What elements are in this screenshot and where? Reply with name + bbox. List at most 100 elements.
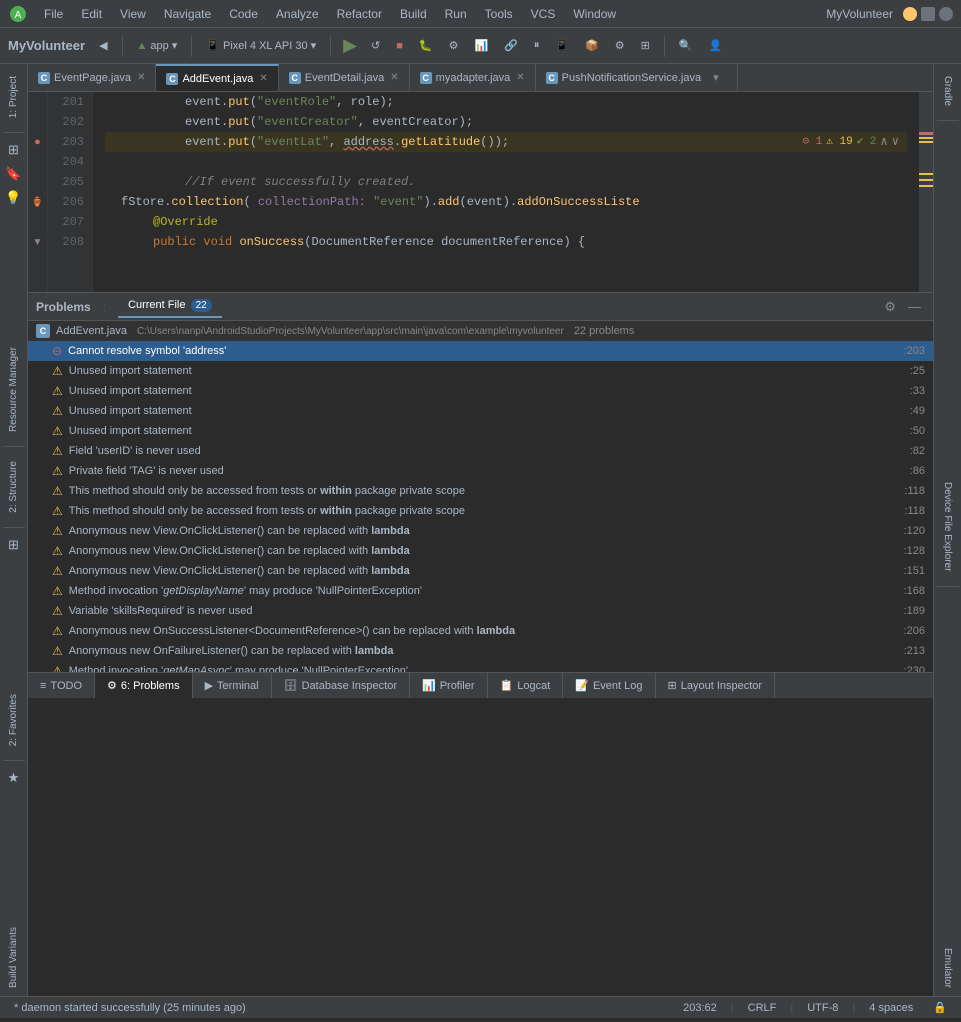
status-indent[interactable]: 4 spaces (863, 1002, 919, 1014)
bottom-tab-layoutinspector[interactable]: ⊞ Layout Inspector (656, 673, 776, 699)
bottom-tab-database[interactable]: 🗄 Database Inspector (272, 673, 410, 699)
sidebar-tab-favorites[interactable]: 2: Favorites (4, 686, 23, 754)
refresh-button[interactable]: ↺ (365, 37, 386, 54)
menu-code[interactable]: Code (221, 5, 266, 23)
problem-row-10[interactable]: ⚠ Anonymous new View.OnClickListener() c… (28, 541, 933, 561)
panel-minimize-button[interactable]: — (904, 297, 925, 317)
sidebar-icon-structure[interactable]: ⊞ (3, 139, 25, 161)
user-button[interactable]: 👤 (703, 37, 729, 54)
sidebar-tab-structure[interactable]: 2: Structure (4, 453, 23, 521)
problem-row-0[interactable]: ⊝ Cannot resolve symbol 'address' :203 (28, 341, 933, 361)
bottom-tab-profiler[interactable]: 📊 Profiler (410, 673, 488, 699)
panel-settings-button[interactable]: ⚙ (880, 297, 900, 317)
sidebar-icon-light[interactable]: 💡 (3, 187, 25, 209)
problem-row-11[interactable]: ⚠ Anonymous new View.OnClickListener() c… (28, 561, 933, 581)
bottom-tab-todo[interactable]: ≡ TODO (28, 673, 95, 699)
sidebar-tab-devicefile[interactable]: Device File Explorer (938, 474, 957, 579)
minimize-button[interactable] (903, 7, 917, 21)
editor-area: C EventPage.java ✕ C AddEvent.java ✕ C E… (28, 64, 933, 996)
status-linesep[interactable]: CRLF (742, 1002, 783, 1014)
menu-window[interactable]: Window (565, 5, 624, 23)
sidebar-icon-grid[interactable]: ⊞ (3, 534, 25, 556)
menu-tools[interactable]: Tools (477, 5, 521, 23)
problem-text-5: Field 'userID' is never used (69, 445, 900, 457)
sidebar-tab-project[interactable]: 1: Project (4, 68, 23, 126)
menu-analyze[interactable]: Analyze (268, 5, 327, 23)
profile-button[interactable]: 📊 (468, 37, 494, 54)
menu-edit[interactable]: Edit (73, 5, 110, 23)
problem-row-5[interactable]: ⚠ Field 'userID' is never used :82 (28, 441, 933, 461)
problem-text-0: Cannot resolve symbol 'address' (68, 345, 894, 357)
settings-button[interactable]: ⚙ (609, 37, 631, 54)
attach-button[interactable]: 🔗 (498, 37, 524, 54)
warn-icon-6: ⚠ (52, 464, 63, 478)
close-button[interactable] (939, 7, 953, 21)
bottom-tab-terminal[interactable]: ▶ Terminal (193, 673, 272, 699)
sidebar-tab-gradle[interactable]: Gradle (938, 68, 957, 114)
tab-close-eventpage[interactable]: ✕ (137, 72, 145, 83)
problem-row-2[interactable]: ⚠ Unused import statement :33 (28, 381, 933, 401)
bottom-tab-logcat[interactable]: 📋 Logcat (488, 673, 564, 699)
run-button[interactable]: ▶ (339, 33, 361, 58)
sidebar-tab-emulator[interactable]: Emulator (938, 940, 957, 996)
problem-row-12[interactable]: ⚠ Method invocation 'getDisplayName' may… (28, 581, 933, 601)
problem-row-1[interactable]: ⚠ Unused import statement :25 (28, 361, 933, 381)
tab-eventdetail[interactable]: C EventDetail.java ✕ (279, 64, 410, 92)
code-line-206: fStore.collection( collectionPath: "even… (105, 192, 907, 212)
problem-row-15[interactable]: ⚠ Anonymous new OnFailureListener() can … (28, 641, 933, 661)
tab-addevent[interactable]: C AddEvent.java ✕ (156, 64, 278, 92)
problem-text-14: Anonymous new OnSuccessListener<Document… (69, 625, 894, 637)
menu-myvolunteer[interactable]: MyVolunteer (818, 5, 901, 23)
sdk-button[interactable]: 📦 (579, 37, 605, 54)
menu-file[interactable]: File (36, 5, 71, 23)
error-icon-0: ⊝ (52, 344, 62, 358)
status-position[interactable]: 203:62 (677, 1002, 723, 1014)
device-manager-button[interactable]: 📱 (549, 37, 575, 54)
sidebar-tab-buildvariants[interactable]: Build Variants (4, 919, 23, 996)
tab-eventpage[interactable]: C EventPage.java ✕ (28, 64, 156, 92)
gutter-item-202 (28, 112, 47, 132)
sidebar-icon-bookmark[interactable]: 🔖 (3, 163, 25, 185)
sync-button[interactable]: ⚙ (443, 37, 465, 54)
sidebar-icon-star[interactable]: ★ (3, 767, 25, 789)
menu-vcs[interactable]: VCS (523, 5, 564, 23)
menu-build[interactable]: Build (392, 5, 435, 23)
layout-button[interactable]: ⊞ (635, 37, 656, 54)
problem-row-3[interactable]: ⚠ Unused import statement :49 (28, 401, 933, 421)
bottom-tab-eventlog[interactable]: 📝 Event Log (563, 673, 655, 699)
code-content[interactable]: event.put("eventRole", role); event.put(… (93, 92, 919, 292)
tab-close-myadapter[interactable]: ✕ (516, 72, 524, 83)
menu-view[interactable]: View (112, 5, 154, 23)
panel-tab-currentfile[interactable]: Current File 22 (118, 295, 222, 318)
status-git-icon[interactable]: 🔒 (927, 1001, 953, 1014)
problem-row-6[interactable]: ⚠ Private field 'TAG' is never used :86 (28, 461, 933, 481)
tab-more-button[interactable]: ▾ (705, 71, 727, 84)
debug-button[interactable]: 🐛 (413, 37, 439, 54)
problem-row-16[interactable]: ⚠ Method invocation 'getMapAsync' may pr… (28, 661, 933, 672)
problem-row-13[interactable]: ⚠ Variable 'skillsRequired' is never use… (28, 601, 933, 621)
problems-list[interactable]: C AddEvent.java C:\Users\nanpi\AndroidSt… (28, 321, 933, 672)
device-selector[interactable]: 📱 Pixel 4 XL API 30 ▾ (200, 37, 322, 54)
project-arrow-button[interactable]: ◀ (93, 37, 113, 54)
sidebar-tab-resource[interactable]: Resource Manager (4, 339, 23, 440)
problem-row-7[interactable]: ⚠ This method should only be accessed fr… (28, 481, 933, 501)
stop-button[interactable]: ■ (390, 38, 409, 54)
menu-refactor[interactable]: Refactor (329, 5, 390, 23)
status-encoding[interactable]: UTF-8 (801, 1002, 844, 1014)
tab-icon-pushnotification: C (546, 72, 558, 84)
tab-close-eventdetail[interactable]: ✕ (390, 72, 398, 83)
problem-row-14[interactable]: ⚠ Anonymous new OnSuccessListener<Docume… (28, 621, 933, 641)
tab-close-addevent[interactable]: ✕ (259, 73, 267, 84)
problem-row-8[interactable]: ⚠ This method should only be accessed fr… (28, 501, 933, 521)
module-selector[interactable]: ▲ app ▾ (131, 37, 184, 54)
menu-run[interactable]: Run (437, 5, 475, 23)
maximize-button[interactable] (921, 7, 935, 21)
tab-pushnotification[interactable]: C PushNotificationService.java ▾ (536, 64, 738, 92)
menu-navigate[interactable]: Navigate (156, 5, 219, 23)
problem-row-4[interactable]: ⚠ Unused import statement :50 (28, 421, 933, 441)
problem-row-9[interactable]: ⚠ Anonymous new View.OnClickListener() c… (28, 521, 933, 541)
bottom-tab-problems[interactable]: ⚙ 6: Problems (95, 673, 193, 699)
tab-myadapter[interactable]: C myadapter.java ✕ (410, 64, 536, 92)
search-button[interactable]: 🔍 (673, 37, 699, 54)
pause-button[interactable]: ⏸ (528, 37, 546, 54)
